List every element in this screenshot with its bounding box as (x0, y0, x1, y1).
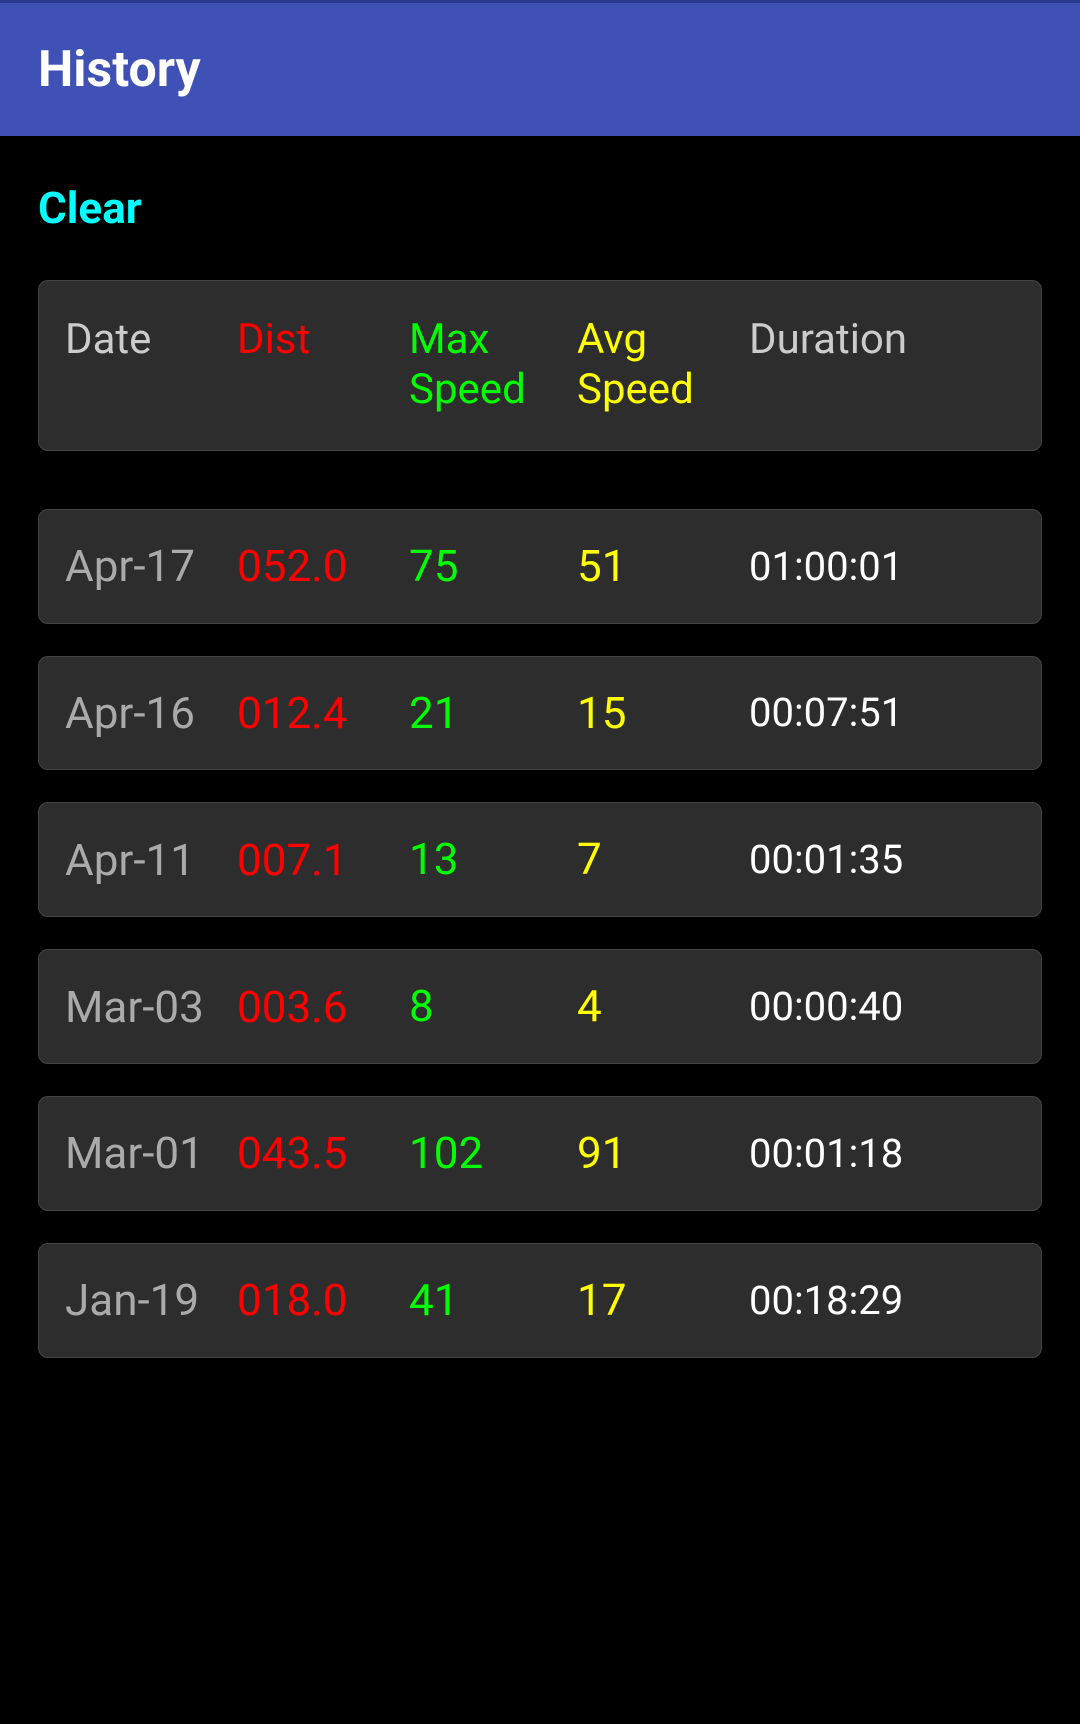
cell-date: Jan-19 (65, 1274, 237, 1326)
app-header: History (0, 0, 1080, 136)
table-row[interactable]: Apr-16012.4211500:07:51 (38, 656, 1042, 771)
cell-dist: 018.0 (237, 1274, 409, 1326)
table-row[interactable]: Apr-17052.0755101:00:01 (38, 509, 1042, 624)
cell-max-speed: 8 (409, 980, 577, 1033)
column-header-avg-speed: Avg Speed (577, 315, 749, 416)
table-row[interactable]: Mar-01043.51029100:01:18 (38, 1096, 1042, 1211)
table-header: Date Dist Max Speed Avg Speed Duration (38, 280, 1042, 451)
table-row[interactable]: Mar-03003.68400:00:40 (38, 949, 1042, 1064)
cell-duration: 01:00:01 (749, 543, 1015, 590)
clear-button[interactable]: Clear (38, 182, 142, 234)
cell-date: Apr-11 (65, 834, 237, 886)
column-header-date: Date (65, 315, 237, 364)
cell-avg-speed: 17 (577, 1274, 749, 1327)
cell-duration: 00:07:51 (749, 689, 1015, 736)
cell-avg-speed: 51 (577, 540, 749, 593)
cell-avg-speed: 4 (577, 980, 749, 1033)
cell-duration: 00:01:35 (749, 836, 1015, 883)
page-title: History (38, 41, 201, 99)
table-row[interactable]: Apr-11007.113700:01:35 (38, 802, 1042, 917)
cell-avg-speed: 7 (577, 833, 749, 886)
cell-max-speed: 75 (409, 540, 577, 593)
cell-duration: 00:18:29 (749, 1277, 1015, 1324)
content-area: Clear Date Dist Max Speed Avg Speed Dura… (0, 136, 1080, 1358)
cell-date: Mar-01 (65, 1127, 237, 1179)
cell-duration: 00:00:40 (749, 983, 1015, 1030)
cell-date: Apr-16 (65, 687, 237, 739)
cell-max-speed: 102 (409, 1127, 577, 1180)
cell-max-speed: 21 (409, 687, 577, 740)
cell-duration: 00:01:18 (749, 1130, 1015, 1177)
cell-dist: 003.6 (237, 981, 409, 1033)
table-row[interactable]: Jan-19018.0411700:18:29 (38, 1243, 1042, 1358)
cell-dist: 043.5 (237, 1127, 409, 1179)
cell-dist: 007.1 (237, 834, 409, 886)
cell-max-speed: 41 (409, 1274, 577, 1327)
column-header-duration: Duration (749, 315, 1015, 364)
cell-dist: 052.0 (237, 540, 409, 592)
cell-dist: 012.4 (237, 687, 409, 739)
cell-avg-speed: 91 (577, 1127, 749, 1180)
column-header-max-speed: Max Speed (409, 315, 577, 416)
cell-avg-speed: 15 (577, 687, 749, 740)
column-header-dist: Dist (237, 315, 409, 364)
cell-max-speed: 13 (409, 833, 577, 886)
table-body: Apr-17052.0755101:00:01Apr-16012.4211500… (38, 509, 1042, 1358)
cell-date: Apr-17 (65, 540, 237, 592)
cell-date: Mar-03 (65, 981, 237, 1033)
